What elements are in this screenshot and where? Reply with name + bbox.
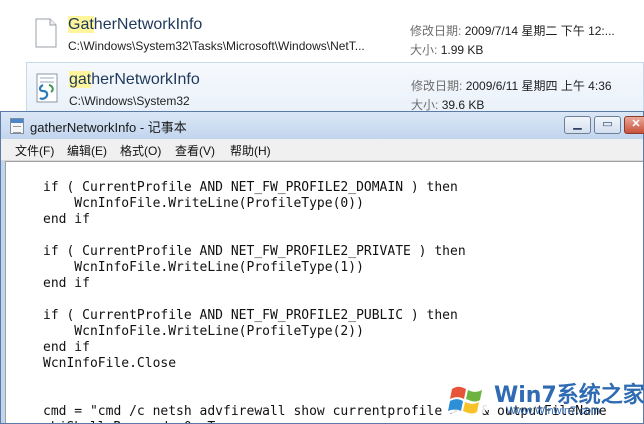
modified-value: 2009/6/11 星期四 上午 4:36 <box>465 79 612 93</box>
search-results-list: GatherNetworkInfo C:\Windows\System32\Ta… <box>0 0 644 112</box>
name-match-highlight: Gat <box>68 16 94 33</box>
result-file-name[interactable]: gatherNetworkInfo <box>69 71 200 89</box>
maximize-icon: ▭ <box>602 118 613 130</box>
size-value: 39.6 KB <box>441 98 485 112</box>
result-file-path: C:\Windows\System32\Tasks\Microsoft\Wind… <box>68 39 365 53</box>
menu-format[interactable]: 格式(O) <box>120 142 161 159</box>
title-bar[interactable]: gatherNetworkInfo - 记事本 ▁ ▭ ✕ <box>1 112 644 139</box>
watermark-url: Www.Winwin7.com <box>506 405 601 417</box>
minimize-button[interactable]: ▁ <box>564 116 591 134</box>
result-file-path: C:\Windows\System32 <box>69 94 190 108</box>
modified-date: 修改日期: 2009/6/11 星期四 上午 4:36 <box>411 77 612 94</box>
minimize-icon: ▁ <box>573 118 582 130</box>
menu-bar: 文件(F) 编辑(E) 格式(O) 查看(V) 帮助(H) <box>1 139 643 161</box>
window-title: gatherNetworkInfo - 记事本 <box>30 120 187 135</box>
size-label: 大小: <box>411 98 439 112</box>
blank-file-icon <box>35 18 57 48</box>
menu-view[interactable]: 查看(V) <box>175 142 215 159</box>
size-value: 1.99 KB <box>440 43 484 57</box>
menu-help[interactable]: 帮助(H) <box>230 142 271 159</box>
file-size: 大小: 1.99 KB <box>410 41 483 58</box>
size-label: 大小: <box>410 43 438 57</box>
script-file-icon <box>36 73 58 103</box>
name-rest: herNetworkInfo <box>93 16 203 33</box>
windows-logo-icon <box>446 379 488 421</box>
close-icon: ✕ <box>631 118 641 130</box>
modified-label: 修改日期: <box>411 79 463 93</box>
search-result-item-selected[interactable]: gatherNetworkInfo C:\Windows\System32 修改… <box>26 62 644 112</box>
watermark: Win7系统之家 Www.Winwin7.com <box>444 375 644 424</box>
modified-label: 修改日期: <box>410 24 462 38</box>
name-match-highlight: gat <box>69 71 92 88</box>
search-result-item[interactable]: GatherNetworkInfo C:\Windows\System32\Ta… <box>26 8 644 58</box>
close-button[interactable]: ✕ <box>624 116 644 134</box>
name-rest: herNetworkInfo <box>91 71 200 88</box>
notepad-icon <box>10 118 24 134</box>
modified-date: 修改日期: 2009/7/14 星期二 下午 12:... <box>410 22 615 39</box>
menu-edit[interactable]: 编辑(E) <box>67 142 107 159</box>
modified-value: 2009/7/14 星期二 下午 12:... <box>464 24 615 38</box>
result-file-name[interactable]: GatherNetworkInfo <box>68 16 202 34</box>
menu-file[interactable]: 文件(F) <box>15 142 54 159</box>
maximize-button[interactable]: ▭ <box>594 116 621 134</box>
